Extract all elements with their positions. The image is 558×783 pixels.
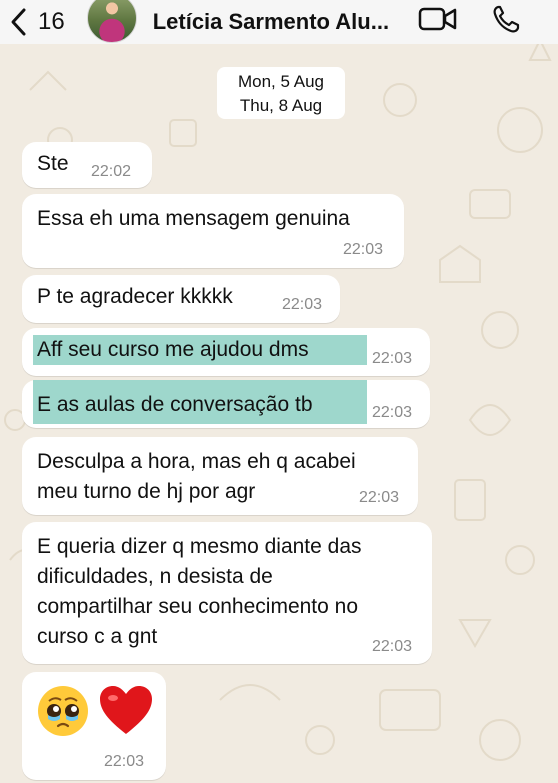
date-label: Thu, 8 Aug (239, 96, 323, 115)
video-call-icon[interactable] (418, 6, 458, 32)
pleading-face-with-tears-emoji (38, 686, 88, 736)
message-text: meu turno de hj por agr (37, 480, 256, 503)
message-text-highlighted: E as aulas de conversação tb (33, 380, 367, 424)
message-bubble[interactable]: Essa eh uma mensagem genuina 22:03 (22, 194, 404, 268)
message-timestamp: 22:03 (282, 296, 323, 313)
unread-count: 16 (38, 8, 65, 35)
message-text: E queria dizer q mesmo diante das (37, 535, 362, 558)
message-text: compartilhar seu conhecimento no (37, 595, 359, 618)
message-text: Desculpa a hora, mas eh q acabei (37, 450, 356, 473)
message-timestamp: 22:03 (343, 241, 384, 258)
message-text: P te agradecer kkkkk (37, 285, 233, 308)
message-timestamp: 22:03 (372, 638, 413, 655)
message-text: Ste (37, 152, 69, 175)
message-timestamp: 22:03 (359, 489, 400, 506)
phone-call-icon[interactable] (492, 4, 520, 34)
contact-avatar[interactable] (86, 0, 137, 43)
chat-header: 16 Letícia Sarmento Alu... (0, 0, 558, 44)
red-heart-emoji (100, 686, 152, 734)
chevron-left-icon (11, 8, 26, 36)
message-bubble[interactable]: 22:03 (22, 672, 166, 780)
message-bubble[interactable]: Ste 22:02 (22, 142, 152, 188)
message-bubble[interactable]: P te agradecer kkkkk 22:03 (22, 275, 340, 323)
contact-name[interactable]: Letícia Sarmento Alu... (153, 9, 401, 35)
message-text: curso c a gnt (37, 625, 158, 648)
message-timestamp: 22:03 (104, 753, 145, 770)
date-label: Mon, 5 Aug (237, 72, 324, 91)
message-text-highlighted: Aff seu curso me ajudou dms (33, 335, 367, 365)
date-separator: Mon, 5 Aug Thu, 8 Aug (217, 67, 345, 119)
message-bubble[interactable]: E queria dizer q mesmo diante das dificu… (22, 522, 432, 664)
message-bubble[interactable]: Desculpa a hora, mas eh q acabei meu tur… (22, 437, 418, 515)
message-text: dificuldades, n desista de (37, 565, 273, 588)
message-bubble[interactable]: Aff seu curso me ajudou dms 22:03 (22, 328, 430, 376)
message-timestamp: 22:03 (372, 350, 413, 367)
message-timestamp: 22:03 (372, 404, 413, 421)
back-button[interactable]: 16 (8, 7, 65, 37)
message-text: Essa eh uma mensagem genuina (37, 207, 350, 230)
message-timestamp: 22:02 (91, 163, 132, 180)
message-bubble[interactable]: E as aulas de conversação tb 22:03 (22, 380, 430, 428)
